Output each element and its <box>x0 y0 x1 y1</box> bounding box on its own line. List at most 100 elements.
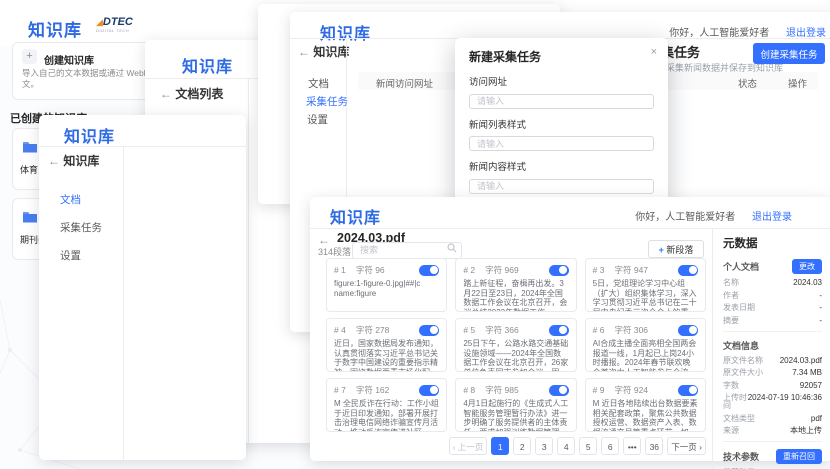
recall-button[interactable]: 重新召回 <box>776 449 822 464</box>
meta-row: 作者- <box>723 292 822 300</box>
segment-card-4[interactable]: # 4字符 278 近日，国家数据局发布通知，认真贯彻落实习近平总书记关于数字中… <box>326 318 447 372</box>
app-logo: 知识库 <box>182 53 233 77</box>
sidebar-item-settings[interactable]: 设置 <box>307 112 328 127</box>
sidebar-divider <box>248 78 249 443</box>
add-segment-button[interactable]: + 新段落 <box>648 240 704 258</box>
app-logo: 知识库 <box>330 204 381 228</box>
segment-toggle[interactable] <box>419 265 439 276</box>
char-count: 字符 278 <box>356 324 390 336</box>
app-logo: 知识库 <box>28 16 82 41</box>
folder-icon <box>22 210 38 223</box>
back-doc-list[interactable]: ← 文档列表 <box>160 85 223 102</box>
segment-card-5[interactable]: # 5 字符 366 25日下午，公路水路交通基础设施领域——2024年全国数据工… <box>455 318 576 372</box>
segment-toggle[interactable] <box>549 385 569 396</box>
segment-text: 4月1日起施行的《生成式人工智能服务管理暂行办法》进一步明确了服务提供者的主体责… <box>463 399 568 432</box>
segment-card-8[interactable]: # 8 字符 985 4月1日起施行的《生成式人工智能服务管理暂行办法》进一步明确… <box>455 378 576 432</box>
pagination-page-6[interactable]: 6 <box>601 437 619 455</box>
folder-icon <box>22 140 38 153</box>
segment-card-6[interactable]: # 6 字符 306 AI合成主播全面亮相全国两会报道一线，1月起已上岗24小时播… <box>585 318 706 372</box>
greeting-text: 你好，人工智能爱好者 <box>635 212 735 223</box>
segment-card-3[interactable]: # 3字符 947 5日，党组理论学习中心组（扩大）组织集体学习，深入学习贯彻习… <box>585 258 706 312</box>
char-count: 字符 306 <box>614 324 648 336</box>
back-arrow-icon[interactable]: ← <box>48 154 60 168</box>
pagination-prev[interactable]: ‹ 上一页 <box>449 437 488 455</box>
segment-text: AI合成主播全面亮相全国两会报道一线，1月起已上岗24小时播报。2024年春节联… <box>593 339 698 372</box>
char-count: 字符 96 <box>356 264 385 276</box>
column-news-url: 新闻访问网址 <box>376 76 433 90</box>
search-box <box>352 240 462 257</box>
pagination-page-3[interactable]: 3 <box>535 437 553 455</box>
tech-params-title: 技术参数 <box>723 450 759 463</box>
char-count: 字符 985 <box>485 384 519 396</box>
segment-card-2[interactable]: # 2字符 969 踏上新征程，奋楫再出发。3月22日至23日，2024年全国数… <box>455 258 576 312</box>
create-kb-title: 创建知识库 <box>44 52 94 67</box>
pagination-next[interactable]: 下一页 › <box>667 437 706 455</box>
segment-card-grid: # 1字符 96 figure:1-figure-0.jpg|##|c name… <box>326 258 706 432</box>
sidebar-item-documents[interactable]: 文档 <box>60 192 81 207</box>
pagination: ‹ 上一页 1 2 3 4 5 6 ••• 36 下一页 › <box>326 437 706 455</box>
segment-id: # 6 <box>593 325 605 335</box>
back-kb[interactable]: ← 知识库 <box>48 152 99 169</box>
app-logo: 知识库 <box>64 123 115 147</box>
dtec-mark-icon: ◢ <box>96 17 103 27</box>
char-count: 字符 947 <box>614 264 648 276</box>
segment-id: # 3 <box>593 265 605 275</box>
pagination-page-1[interactable]: 1 <box>491 437 509 455</box>
segment-toggle[interactable] <box>419 325 439 336</box>
segment-toggle[interactable] <box>549 265 569 276</box>
char-count: 字符 924 <box>614 384 648 396</box>
sidebar-item-documents[interactable]: 文档 <box>308 76 329 91</box>
create-task-button[interactable]: 创建采集任务 <box>753 43 825 64</box>
segment-text: 25日下午，公路水路交通基础设施领域——2024年全国数据工作会议在北京召开，2… <box>463 339 568 372</box>
plus-icon: + <box>22 49 37 64</box>
segment-card-1[interactable]: # 1字符 96 figure:1-figure-0.jpg|##|c name… <box>326 258 447 312</box>
column-actions: 操作 <box>788 76 807 90</box>
char-count: 字符 969 <box>485 264 519 276</box>
sidebar-item-collection-tasks[interactable]: 采集任务 <box>60 220 102 235</box>
pagination-page-36[interactable]: 36 <box>645 437 663 455</box>
metadata-panel: 元数据 个人文档 更改 名称2024.03 作者- 发表日期- 摘要- 文档信息… <box>712 228 830 469</box>
field-label-list-style: 新闻列表样式 <box>469 117 654 131</box>
doc-type-label: 个人文档 <box>723 260 759 273</box>
sidebar-item-collection-tasks[interactable]: 采集任务 <box>306 94 348 109</box>
segment-toggle[interactable] <box>549 325 569 336</box>
meta-row: 字数92057 <box>723 382 822 390</box>
segment-toggle[interactable] <box>419 385 439 396</box>
back-kb[interactable]: ← 知识库 <box>298 43 349 60</box>
back-arrow-icon[interactable]: ← <box>160 87 172 101</box>
back-arrow-icon[interactable]: ← <box>298 45 310 59</box>
screen: 知识库 ◢DTEC DIGITAL TECH + 创建知识库 导入自己的文本数据… <box>0 0 830 469</box>
segment-text: figure:1-figure-0.jpg|##|c name:figure <box>334 279 439 298</box>
close-icon[interactable]: × <box>651 46 657 58</box>
header-user-area: 你好，人工智能爱好者 退出登录 <box>669 24 826 39</box>
segment-id: # 8 <box>463 385 475 395</box>
segment-toggle[interactable] <box>678 265 698 276</box>
char-count: 字符 366 <box>485 324 519 336</box>
new-task-modal: 新建采集任务 × 访问网址 新闻列表样式 新闻内容样式 任务名称 是否定时执行 … <box>455 38 668 208</box>
meta-row: 原文件名称2024.03.pdf <box>723 357 822 365</box>
segment-text: 近日，国家数据局发布通知，认真贯彻落实习近平总书记关于数字中国建设的重要指示精神… <box>334 339 439 372</box>
segment-card-9[interactable]: # 9字符 924 M 近日各地陆续出台数据要素相关配套政策，聚焦公共数据授权运… <box>585 378 706 432</box>
search-icon <box>447 243 457 253</box>
pagination-page-2[interactable]: 2 <box>513 437 531 455</box>
pagination-page-5[interactable]: 5 <box>579 437 597 455</box>
news-list-style-input[interactable] <box>469 136 654 151</box>
logout-link[interactable]: 退出登录 <box>752 212 792 223</box>
plus-icon: + <box>659 245 664 255</box>
news-content-style-input[interactable] <box>469 179 654 194</box>
segment-toggle[interactable] <box>678 385 698 396</box>
change-button[interactable]: 更改 <box>792 259 822 274</box>
meta-row: 上传时间2024-07-19 10:46:36 <box>723 394 822 410</box>
segment-toggle[interactable] <box>678 325 698 336</box>
pagination-page-4[interactable]: 4 <box>557 437 575 455</box>
search-input[interactable] <box>352 242 462 259</box>
column-status: 状态 <box>738 76 757 90</box>
sidebar-item-settings[interactable]: 设置 <box>60 248 81 263</box>
meta-row: 名称2024.03 <box>723 279 822 287</box>
segment-text: M 全民反诈在行动：工作小组于近日印发通知，部署开展打击治理电信网络诈骗宣传月活… <box>334 399 439 432</box>
segment-text: 踏上新征程，奋楫再出发。3月22日至23日，2024年全国数据工作会议在北京召开… <box>463 279 568 312</box>
url-input[interactable] <box>469 94 654 109</box>
segment-card-7[interactable]: # 7字符 162 M 全民反诈在行动：工作小组于近日印发通知，部署开展打击治理… <box>326 378 447 432</box>
segment-id: # 5 <box>463 325 475 335</box>
pagination-ellipsis[interactable]: ••• <box>623 437 641 455</box>
